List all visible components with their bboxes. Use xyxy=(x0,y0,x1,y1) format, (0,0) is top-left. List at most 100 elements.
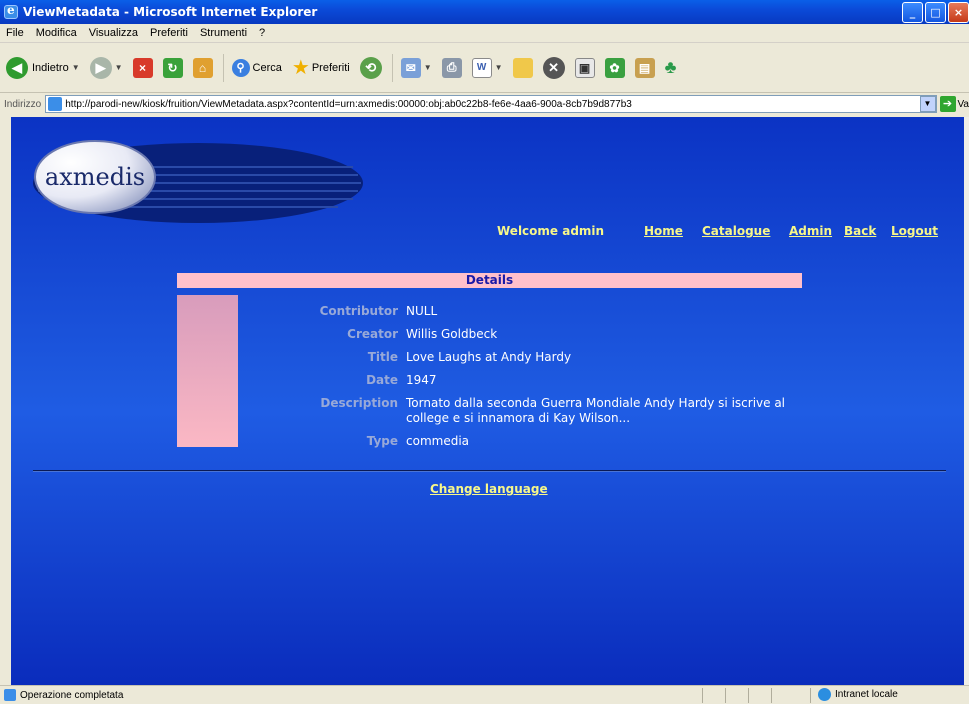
history-icon: ⟲ xyxy=(359,56,382,79)
menu-help[interactable]: ? xyxy=(259,27,265,39)
page-favicon-icon xyxy=(48,97,63,111)
stop-button[interactable]: × xyxy=(132,57,153,78)
refresh-button[interactable]: ↻ xyxy=(162,57,183,78)
block-icon: ✕ xyxy=(542,56,565,79)
messenger-button[interactable]: ♣ xyxy=(665,57,677,78)
browser-window: ViewMetadata - Microsoft Internet Explor… xyxy=(0,0,969,704)
go-arrow-icon: ➔ xyxy=(939,96,956,112)
edit-dropdown-icon[interactable]: ▼ xyxy=(495,63,503,72)
pro-tool-icon: ✿ xyxy=(604,57,625,78)
address-label: Indirizzo xyxy=(4,98,42,110)
security-zone[interactable]: Intranet locale xyxy=(818,688,898,701)
title-bar[interactable]: ViewMetadata - Microsoft Internet Explor… xyxy=(0,0,969,24)
search-label: Cerca xyxy=(252,61,282,74)
web-page: axmedis Welcome admin Home Catalogue Adm… xyxy=(11,117,964,685)
field-label: Description xyxy=(320,396,398,410)
menu-file[interactable]: File xyxy=(6,27,24,39)
nav-logout-link[interactable]: Logout xyxy=(891,224,938,238)
address-dropdown-icon[interactable]: ▼ xyxy=(919,96,936,112)
messenger-icon: ♣ xyxy=(664,57,677,77)
favorites-label: Preferiti xyxy=(311,61,350,74)
page-status-icon xyxy=(4,689,16,701)
page-edge xyxy=(964,117,969,685)
logo-text: axmedis xyxy=(45,163,145,191)
refresh-icon: ↻ xyxy=(162,57,183,78)
toolbar: ◀ Indietro ▼ ▶ ▼ × ↻ ⌂ ⚲ Cerca ★ Preferi… xyxy=(0,43,969,93)
back-label: Indietro xyxy=(32,61,69,74)
nav-home-link[interactable]: Home xyxy=(644,224,683,238)
menu-preferiti[interactable]: Preferiti xyxy=(150,27,188,39)
maximize-button[interactable]: □ xyxy=(925,2,946,23)
forward-dropdown-icon[interactable]: ▼ xyxy=(115,63,123,72)
research-books-icon: ▤ xyxy=(634,57,655,78)
forward-button[interactable]: ▶ ▼ xyxy=(89,56,123,79)
mail-button[interactable]: ✉ ▼ xyxy=(400,57,432,78)
field-value-continued: college e si innamora di Kay Wilson... xyxy=(406,411,631,425)
status-divider xyxy=(748,688,749,703)
details-side-bar xyxy=(177,295,238,447)
history-button[interactable]: ⟲ xyxy=(359,56,382,79)
change-language-link[interactable]: Change language xyxy=(430,482,548,496)
stop-icon: × xyxy=(132,57,153,78)
status-divider xyxy=(810,688,811,703)
axmedis-logo: axmedis xyxy=(33,140,363,223)
nav-admin-link[interactable]: Admin xyxy=(789,224,832,238)
field-value: Tornato dalla seconda Guerra Mondiale An… xyxy=(406,396,786,410)
nav-catalogue-link[interactable]: Catalogue xyxy=(702,224,770,238)
status-divider xyxy=(725,688,726,703)
menu-strumenti[interactable]: Strumenti xyxy=(200,27,247,39)
address-bar: Indirizzo http://parodi-new/kiosk/fruiti… xyxy=(0,93,969,115)
field-value: Love Laughs at Andy Hardy xyxy=(406,350,572,364)
mail-dropdown-icon[interactable]: ▼ xyxy=(424,63,432,72)
field-value: 1947 xyxy=(406,373,437,387)
folder-icon xyxy=(512,57,533,78)
address-input[interactable]: http://parodi-new/kiosk/fruition/ViewMet… xyxy=(45,95,937,113)
content-divider xyxy=(33,470,946,472)
block-button[interactable]: ✕ xyxy=(542,56,565,79)
back-arrow-icon: ◀ xyxy=(6,56,28,79)
pro-button[interactable]: ✿ xyxy=(604,57,625,78)
address-url: http://parodi-new/kiosk/fruition/ViewMet… xyxy=(65,98,632,110)
field-value: Willis Goldbeck xyxy=(406,327,498,341)
menu-modifica[interactable]: Modifica xyxy=(36,27,77,39)
field-label: Date xyxy=(366,373,398,387)
favorites-button[interactable]: ★ Preferiti xyxy=(292,55,350,80)
page-icon: ▣ xyxy=(574,57,595,78)
internet-explorer-icon xyxy=(4,3,18,19)
go-button[interactable]: ➔ Va xyxy=(939,96,969,112)
favorites-star-icon: ★ xyxy=(291,57,310,79)
details-header: Details xyxy=(177,273,802,288)
home-button[interactable]: ⌂ xyxy=(192,57,213,78)
forward-arrow-icon: ▶ xyxy=(89,56,112,79)
field-label: Creator xyxy=(347,327,398,341)
menu-visualizza[interactable]: Visualizza xyxy=(89,27,138,39)
field-label: Title xyxy=(367,350,398,364)
page-button[interactable]: ▣ xyxy=(574,57,595,78)
go-label: Va xyxy=(957,98,969,110)
window-title: ViewMetadata - Microsoft Internet Explor… xyxy=(23,5,318,19)
field-value: commedia xyxy=(406,434,470,448)
word-edit-icon: W xyxy=(471,57,492,78)
toolbar-separator xyxy=(222,53,224,82)
nav-back-link[interactable]: Back xyxy=(844,224,876,238)
minimize-button[interactable]: _ xyxy=(902,2,923,23)
print-button[interactable]: ⎙ xyxy=(441,57,462,78)
edit-button[interactable]: W ▼ xyxy=(471,57,503,78)
welcome-text: Welcome admin xyxy=(497,224,605,238)
zone-label: Intranet locale xyxy=(835,689,898,700)
search-button[interactable]: ⚲ Cerca xyxy=(231,58,282,77)
close-button[interactable]: × xyxy=(948,2,969,23)
home-icon: ⌂ xyxy=(192,57,213,78)
mail-icon: ✉ xyxy=(400,57,421,78)
research-button[interactable]: ▤ xyxy=(634,57,655,78)
print-icon: ⎙ xyxy=(441,57,462,78)
back-dropdown-icon[interactable]: ▼ xyxy=(72,63,80,72)
back-button[interactable]: ◀ Indietro ▼ xyxy=(6,56,80,79)
status-divider xyxy=(771,688,772,703)
toolbar-separator xyxy=(391,53,393,82)
status-text: Operazione completata xyxy=(20,689,124,701)
top-navigation: Welcome admin Home Catalogue Admin Back … xyxy=(11,224,964,240)
folder-button[interactable] xyxy=(512,57,533,78)
field-value: NULL xyxy=(406,304,438,318)
search-icon: ⚲ xyxy=(231,58,250,77)
